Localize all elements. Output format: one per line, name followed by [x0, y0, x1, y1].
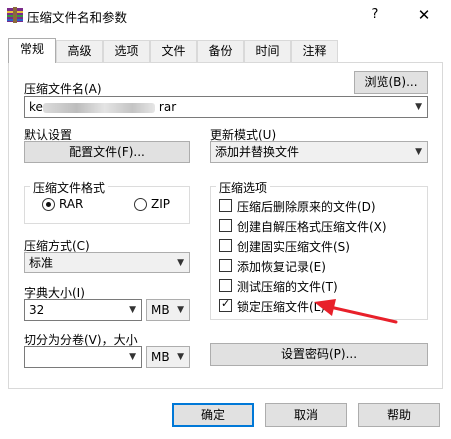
tab-time[interactable]: 时间 [244, 40, 291, 62]
chevron-down-icon[interactable]: ▼ [129, 347, 136, 367]
tab-files[interactable]: 文件 [150, 40, 197, 62]
tab-backup[interactable]: 备份 [197, 40, 244, 62]
split-unit-value: MB [151, 350, 170, 364]
split-volumes-input[interactable]: ▼ [24, 346, 142, 368]
rar-label: RAR [59, 197, 84, 211]
archive-name-label: 压缩文件名(A) [24, 82, 102, 96]
help-button[interactable]: 帮助 [358, 403, 440, 427]
sfx-label: 创建自解压格式压缩文件(X) [237, 220, 387, 234]
delete-after-checkbox[interactable] [219, 199, 232, 212]
update-mode-select[interactable]: 添加并替换文件 ▼ [210, 141, 428, 163]
solid-label: 创建固实压缩文件(S) [237, 240, 350, 254]
redacted-filename [42, 102, 155, 113]
ok-button[interactable]: 确定 [172, 403, 254, 427]
profiles-button[interactable]: 配置文件(F)... [24, 141, 190, 163]
tab-comment[interactable]: 注释 [291, 40, 338, 62]
sfx-checkbox[interactable] [219, 219, 232, 232]
archive-name-suffix: rar [158, 100, 177, 114]
chevron-down-icon: ▼ [177, 352, 184, 362]
cancel-button[interactable]: 取消 [265, 403, 347, 427]
test-files-checkbox[interactable] [219, 279, 232, 292]
tab-advanced[interactable]: 高级 [56, 40, 103, 62]
set-password-button[interactable]: 设置密码(P)... [210, 343, 428, 366]
recovery-record-label: 添加恢复记录(E) [237, 260, 326, 274]
test-files-label: 测试压缩的文件(T) [237, 280, 338, 294]
rar-radio[interactable] [42, 198, 55, 211]
compression-method-select[interactable]: 标准 ▼ [24, 252, 190, 273]
close-window-button[interactable]: ✕ [410, 4, 438, 26]
chevron-down-icon: ▼ [415, 147, 422, 157]
browse-button[interactable]: 浏览(B)... [354, 71, 428, 94]
window-title: 压缩文件名和参数 [27, 10, 128, 25]
chevron-down-icon[interactable]: ▼ [129, 300, 136, 320]
recovery-record-checkbox[interactable] [219, 259, 232, 272]
split-unit-select[interactable]: MB ▼ [146, 346, 190, 368]
dictionary-size-input[interactable]: 32 ▼ [24, 299, 142, 321]
tab-general[interactable]: 常规 [8, 38, 56, 63]
annotation-arrow-icon [314, 299, 398, 324]
zip-label: ZIP [151, 197, 170, 211]
chevron-down-icon: ▼ [177, 305, 184, 315]
archive-name-input[interactable]: ke rar ▼ [24, 96, 428, 118]
lock-archive-checkbox[interactable] [219, 297, 232, 312]
solid-checkbox[interactable] [219, 239, 232, 252]
chevron-down-icon: ▼ [177, 258, 184, 268]
winrar-app-icon [7, 7, 23, 23]
delete-after-label: 压缩后删除原来的文件(D) [237, 200, 376, 214]
update-mode-value: 添加并替换文件 [215, 145, 300, 159]
archiving-options-title: 压缩选项 [216, 179, 271, 196]
tab-options[interactable]: 选项 [103, 40, 150, 62]
dictionary-unit-select[interactable]: MB ▼ [146, 299, 190, 321]
archive-format-title: 压缩文件格式 [30, 179, 109, 196]
dictionary-size-value: 32 [29, 303, 45, 317]
zip-radio[interactable] [134, 198, 147, 211]
help-title-button[interactable]: ? [362, 4, 388, 26]
compression-method-value: 标准 [29, 256, 54, 270]
archive-name-prefix: ke [29, 100, 43, 114]
chevron-down-icon[interactable]: ▼ [415, 97, 422, 117]
dictionary-unit-value: MB [151, 303, 170, 317]
